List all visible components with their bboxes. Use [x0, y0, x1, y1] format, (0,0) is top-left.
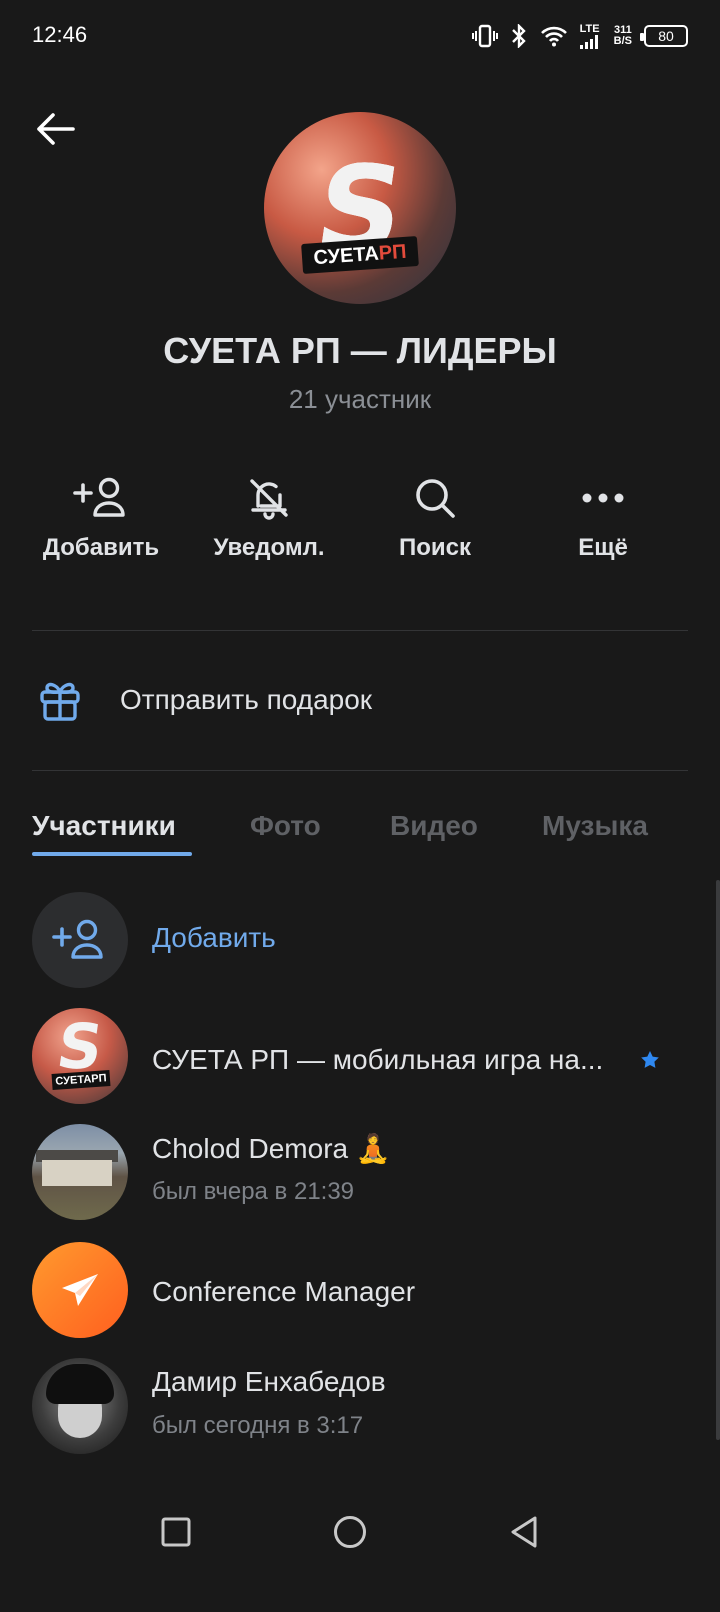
action-bar: Добавить Уведомл. Поиск Ещё	[0, 470, 720, 580]
bell-off-icon	[250, 479, 288, 520]
tab-videos[interactable]: Видео	[390, 810, 478, 842]
system-navigation-bar	[0, 1480, 720, 1580]
list-item[interactable]: Cholod Demora 🧘 был вчера в 21:39	[0, 1120, 720, 1220]
recents-button[interactable]	[146, 1502, 206, 1562]
gift-icon	[40, 682, 80, 721]
list-item[interactable]: Conference Manager	[0, 1238, 720, 1338]
add-member-label: Добавить	[152, 922, 276, 953]
action-label: Ещё	[578, 534, 628, 561]
star-icon	[641, 1051, 659, 1068]
add-member-action[interactable]: Добавить	[16, 470, 186, 562]
add-member-row[interactable]: Добавить	[0, 888, 720, 988]
triangle-back-icon	[511, 1516, 537, 1548]
member-name: Conference Manager	[152, 1276, 416, 1307]
tab-bar: Участники Фото Видео Музыка	[0, 810, 720, 870]
tab-music[interactable]: Музыка	[542, 810, 648, 842]
circle-icon	[334, 1516, 366, 1548]
avatar-logo-main: СУЕТА	[312, 242, 380, 270]
status-bar: 12:46 LTE 311 B/S 80	[0, 0, 720, 72]
signal-icon	[579, 35, 598, 49]
send-gift-label: Отправить подарок	[120, 684, 373, 715]
back-nav-button[interactable]	[494, 1502, 554, 1562]
lte-label: LTE	[579, 23, 600, 35]
status-time: 12:46	[32, 22, 88, 47]
action-label: Поиск	[398, 534, 472, 561]
action-label: Уведомл.	[213, 534, 325, 561]
tab-members[interactable]: Участники	[32, 810, 176, 842]
add-member-avatar	[32, 892, 128, 988]
scrollbar[interactable]	[716, 880, 720, 1440]
search-action[interactable]: Поиск	[350, 470, 520, 562]
member-status: был вчера в 21:39	[152, 1178, 355, 1205]
member-name: Дамир Енхабедов	[152, 1366, 386, 1397]
divider	[32, 630, 688, 631]
status-icons: LTE 311 B/S 80	[471, 22, 688, 50]
network-speed: 311 B/S	[614, 25, 632, 47]
list-item[interactable]: S СУЕТАРП СУЕТА РП — мобильная игра на..…	[0, 1004, 720, 1104]
square-icon	[161, 1517, 191, 1547]
avatar: S СУЕТАРП	[32, 1008, 128, 1104]
avatar-logo-accent: РП	[378, 240, 408, 265]
avatar-logo-plate: СУЕТАРП	[51, 1069, 111, 1091]
back-button[interactable]	[30, 104, 80, 154]
notifications-action[interactable]: Уведомл.	[184, 470, 354, 562]
add-user-icon	[73, 477, 125, 517]
vibrate-icon	[471, 24, 498, 48]
more-icon	[582, 493, 624, 503]
avatar	[32, 1358, 128, 1454]
group-title: СУЕТА РП — ЛИДЕРЫ	[163, 330, 557, 371]
avatar	[32, 1242, 128, 1338]
tab-active-indicator	[32, 852, 192, 856]
divider	[32, 770, 688, 771]
bluetooth-icon	[511, 24, 526, 48]
search-icon	[416, 479, 455, 518]
avatar	[32, 1124, 128, 1220]
speed-unit: B/S	[613, 35, 632, 47]
signal-indicator: LTE	[579, 23, 602, 49]
arrow-left-icon	[37, 113, 75, 145]
tab-photos[interactable]: Фото	[250, 810, 321, 842]
member-status: был сегодня в 3:17	[152, 1412, 364, 1439]
more-action[interactable]: Ещё	[518, 470, 688, 562]
wifi-icon	[540, 26, 567, 47]
action-label: Добавить	[42, 534, 160, 561]
add-user-icon	[52, 919, 103, 959]
battery-indicator: 80	[640, 25, 688, 47]
send-gift-row[interactable]: Отправить подарок	[0, 650, 720, 750]
list-item[interactable]: Дамир Енхабедов был сегодня в 3:17	[0, 1354, 720, 1454]
member-count[interactable]: 21 участник	[0, 384, 720, 415]
member-name: Cholod Demora 🧘	[152, 1133, 391, 1164]
group-avatar[interactable]: S СУЕТАРП	[264, 112, 456, 304]
home-button[interactable]	[320, 1502, 380, 1562]
paper-plane-icon	[62, 1274, 98, 1306]
member-name: СУЕТА РП — мобильная игра на...	[152, 1044, 604, 1075]
